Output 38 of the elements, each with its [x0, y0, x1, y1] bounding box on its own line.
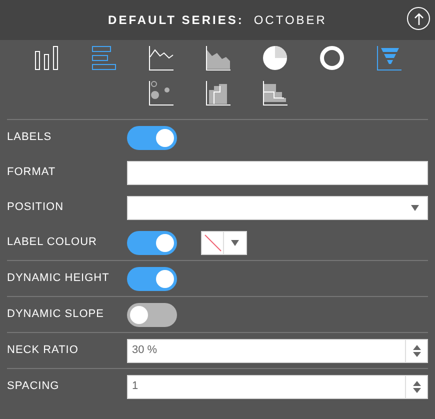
colour-picker[interactable]	[201, 230, 247, 254]
toggle-switch[interactable]	[127, 126, 177, 150]
step-chart-icon[interactable]	[204, 80, 230, 106]
number-spinner-field[interactable]: 30 %	[127, 338, 428, 362]
donut-chart-icon[interactable]	[318, 45, 344, 71]
toggle-switch[interactable]	[127, 266, 177, 290]
no-colour-icon	[204, 234, 222, 252]
setting-label: LABELS	[7, 130, 53, 146]
spinner-arrows-icon[interactable]	[412, 380, 420, 392]
series-name: OCTOBER	[254, 12, 327, 29]
spinner-value: 1	[131, 379, 140, 394]
number-spinner-field[interactable]: 1	[127, 374, 428, 398]
format-input-field[interactable]	[127, 160, 428, 184]
toggle-switch[interactable]	[127, 230, 177, 254]
caret-icon	[411, 204, 419, 210]
setting-label: NECK RATIO	[7, 343, 80, 358]
line-chart-icon[interactable]	[148, 45, 174, 71]
funnel-chart-icon[interactable]	[376, 45, 402, 71]
panel-title: DEFAULT SERIES:	[108, 12, 244, 29]
pie-chart-icon[interactable]	[262, 45, 288, 71]
setting-label: DYNAMIC HEIGHT	[7, 271, 110, 286]
arrow-up-icon	[414, 12, 424, 24]
setting-label: DYNAMIC SLOPE	[7, 307, 105, 322]
bubble-chart-icon[interactable]	[148, 80, 174, 106]
area-chart-icon[interactable]	[204, 45, 230, 71]
setting-label: FORMAT	[7, 165, 57, 180]
bar-chart-icon[interactable]	[90, 45, 116, 71]
setting-label: SPACING	[7, 379, 60, 394]
column-chart-icon[interactable]	[34, 45, 60, 71]
step-bar-chart-icon[interactable]	[262, 80, 288, 106]
setting-label: LABEL COLOUR	[7, 235, 98, 250]
toggle-switch[interactable]	[127, 302, 177, 326]
collapse-button[interactable]	[407, 7, 430, 30]
setting-label: POSITION	[7, 200, 65, 216]
caret-icon	[231, 240, 239, 246]
position-dropdown[interactable]	[127, 196, 428, 220]
spinner-value: 30 %	[131, 343, 158, 358]
spinner-arrows-icon[interactable]	[412, 344, 420, 356]
